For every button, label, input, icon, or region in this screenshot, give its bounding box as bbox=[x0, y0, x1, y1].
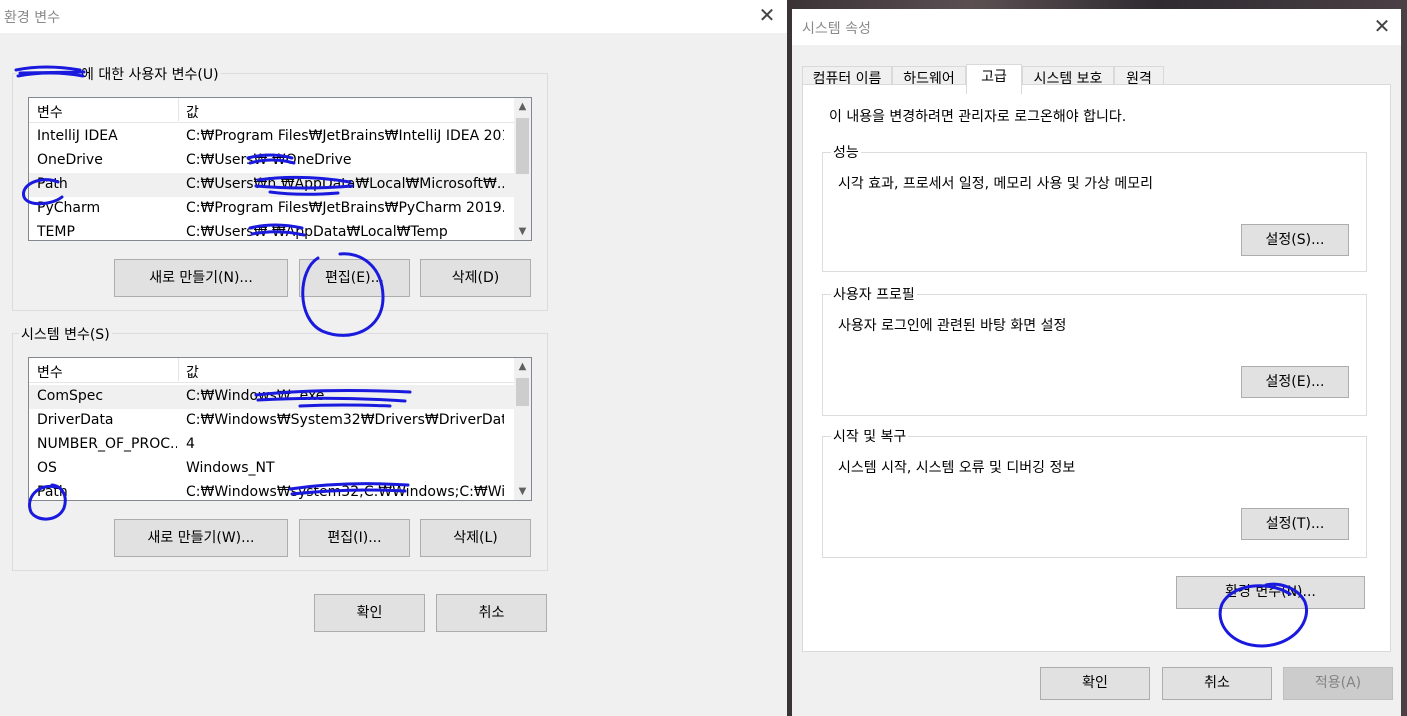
column-variable[interactable]: 변수 bbox=[37, 362, 63, 382]
user-delete-button[interactable]: 삭제(D) bbox=[420, 259, 531, 297]
scroll-up-icon[interactable]: ▲ bbox=[514, 358, 531, 375]
vertical-scrollbar[interactable]: ▲ ▼ bbox=[514, 98, 531, 240]
env-dialog-title: 환경 변수 bbox=[4, 10, 60, 26]
env-variables-dialog: 환경 변수 ✕ 에 대한 사용자 변수(U) 변수 값 IntelliJ IDE… bbox=[0, 0, 787, 716]
table-row[interactable]: PyCharm C:₩Program Files₩JetBrains₩PyChar… bbox=[29, 197, 514, 221]
table-row[interactable]: OneDrive C:₩Users₩ ₩OneDrive bbox=[29, 149, 514, 173]
startup-recovery-group: 시작 및 복구 시스템 시작, 시스템 오류 및 디버깅 정보 설정(T)... bbox=[822, 426, 1367, 558]
scroll-down-icon[interactable]: ▼ bbox=[514, 223, 531, 240]
system-variables-label: 시스템 변수(S) bbox=[19, 324, 112, 344]
table-row[interactable]: DriverData C:₩Windows₩System32₩Drivers₩Dr… bbox=[29, 409, 514, 433]
column-variable[interactable]: 변수 bbox=[37, 102, 63, 122]
close-icon[interactable]: ✕ bbox=[1370, 15, 1394, 39]
user-variables-label: 에 대한 사용자 변수(U) bbox=[17, 64, 221, 84]
table-row[interactable]: TEMP C:₩Users₩ ₩AppData₩Local₩Temp bbox=[29, 221, 514, 240]
advanced-tab-panel: 이 내용을 변경하려면 관리자로 로그온해야 합니다. 성능 시각 효과, 프로… bbox=[802, 84, 1391, 652]
user-profile-group: 사용자 프로필 사용자 로그인에 관련된 바탕 화면 설정 설정(E)... bbox=[822, 284, 1367, 416]
scroll-thumb[interactable] bbox=[516, 118, 529, 174]
user-profile-desc: 사용자 로그인에 관련된 바탕 화면 설정 bbox=[838, 318, 1067, 334]
table-row[interactable]: OS Windows_NT bbox=[29, 457, 514, 481]
scroll-thumb[interactable] bbox=[516, 378, 529, 406]
scroll-up-icon[interactable]: ▲ bbox=[514, 98, 531, 115]
system-delete-button[interactable]: 삭제(L) bbox=[420, 519, 531, 557]
ok-button[interactable]: 확인 bbox=[1040, 667, 1150, 700]
startup-recovery-desc: 시스템 시작, 시스템 오류 및 디버깅 정보 bbox=[838, 460, 1076, 476]
table-row[interactable]: IntelliJ IDEA C:₩Program Files₩JetBrains₩… bbox=[29, 125, 514, 149]
table-row-selected[interactable]: Path C:₩Users₩h ₩AppData₩Local₩Microsoft₩… bbox=[29, 173, 514, 197]
user-profile-settings-button[interactable]: 설정(E)... bbox=[1241, 366, 1349, 398]
cancel-button[interactable]: 취소 bbox=[1162, 667, 1272, 700]
system-new-button[interactable]: 새로 만들기(W)... bbox=[114, 519, 288, 557]
column-value[interactable]: 값 bbox=[186, 102, 199, 122]
list-header: 변수 값 bbox=[29, 98, 514, 123]
user-edit-button[interactable]: 편집(E)... bbox=[299, 259, 410, 297]
ok-button[interactable]: 확인 bbox=[314, 594, 425, 632]
performance-group: 성능 시각 효과, 프로세서 일정, 메모리 사용 및 가상 메모리 설정(S)… bbox=[822, 142, 1367, 272]
performance-settings-button[interactable]: 설정(S)... bbox=[1241, 224, 1349, 256]
system-edit-button[interactable]: 편집(I)... bbox=[299, 519, 410, 557]
list-header: 변수 값 bbox=[29, 358, 514, 383]
env-dialog-titlebar[interactable]: 환경 변수 ✕ bbox=[0, 0, 787, 33]
table-row[interactable]: NUMBER_OF_PROC... 4 bbox=[29, 433, 514, 457]
table-row-selected[interactable]: ComSpec C:₩Windows₩ .exe bbox=[29, 385, 514, 409]
admin-note: 이 내용을 변경하려면 관리자로 로그온해야 합니다. bbox=[829, 109, 1127, 125]
close-icon[interactable]: ✕ bbox=[755, 4, 779, 28]
environment-variables-button[interactable]: 환경 변수(N)... bbox=[1176, 576, 1365, 609]
user-profile-label: 사용자 프로필 bbox=[831, 284, 917, 304]
system-variables-list[interactable]: 변수 값 ComSpec C:₩Windows₩ .exe DriverData C… bbox=[28, 357, 532, 501]
system-properties-dialog: 시스템 속성 ✕ 컴퓨터 이름 하드웨어 고급 시스템 보호 원격 이 내용을 … bbox=[792, 9, 1401, 716]
vertical-scrollbar[interactable]: ▲ ▼ bbox=[514, 358, 531, 500]
column-value[interactable]: 값 bbox=[186, 362, 199, 382]
startup-recovery-settings-button[interactable]: 설정(T)... bbox=[1241, 508, 1349, 540]
table-row[interactable]: Path C:₩Windows₩system32;C:₩Windows;C:₩Wi… bbox=[29, 481, 514, 500]
performance-desc: 시각 효과, 프로세서 일정, 메모리 사용 및 가상 메모리 bbox=[838, 176, 1153, 192]
sys-dialog-titlebar[interactable]: 시스템 속성 ✕ bbox=[792, 9, 1401, 45]
startup-recovery-label: 시작 및 복구 bbox=[831, 426, 909, 446]
performance-label: 성능 bbox=[831, 142, 861, 162]
user-new-button[interactable]: 새로 만들기(N)... bbox=[114, 259, 288, 297]
tab-advanced[interactable]: 고급 bbox=[966, 64, 1022, 94]
cancel-button[interactable]: 취소 bbox=[436, 594, 547, 632]
sys-dialog-title: 시스템 속성 bbox=[802, 21, 871, 37]
scroll-down-icon[interactable]: ▼ bbox=[514, 483, 531, 500]
user-variables-list[interactable]: 변수 값 IntelliJ IDEA C:₩Program Files₩JetBr… bbox=[28, 97, 532, 241]
apply-button[interactable]: 적용(A) bbox=[1283, 667, 1393, 700]
